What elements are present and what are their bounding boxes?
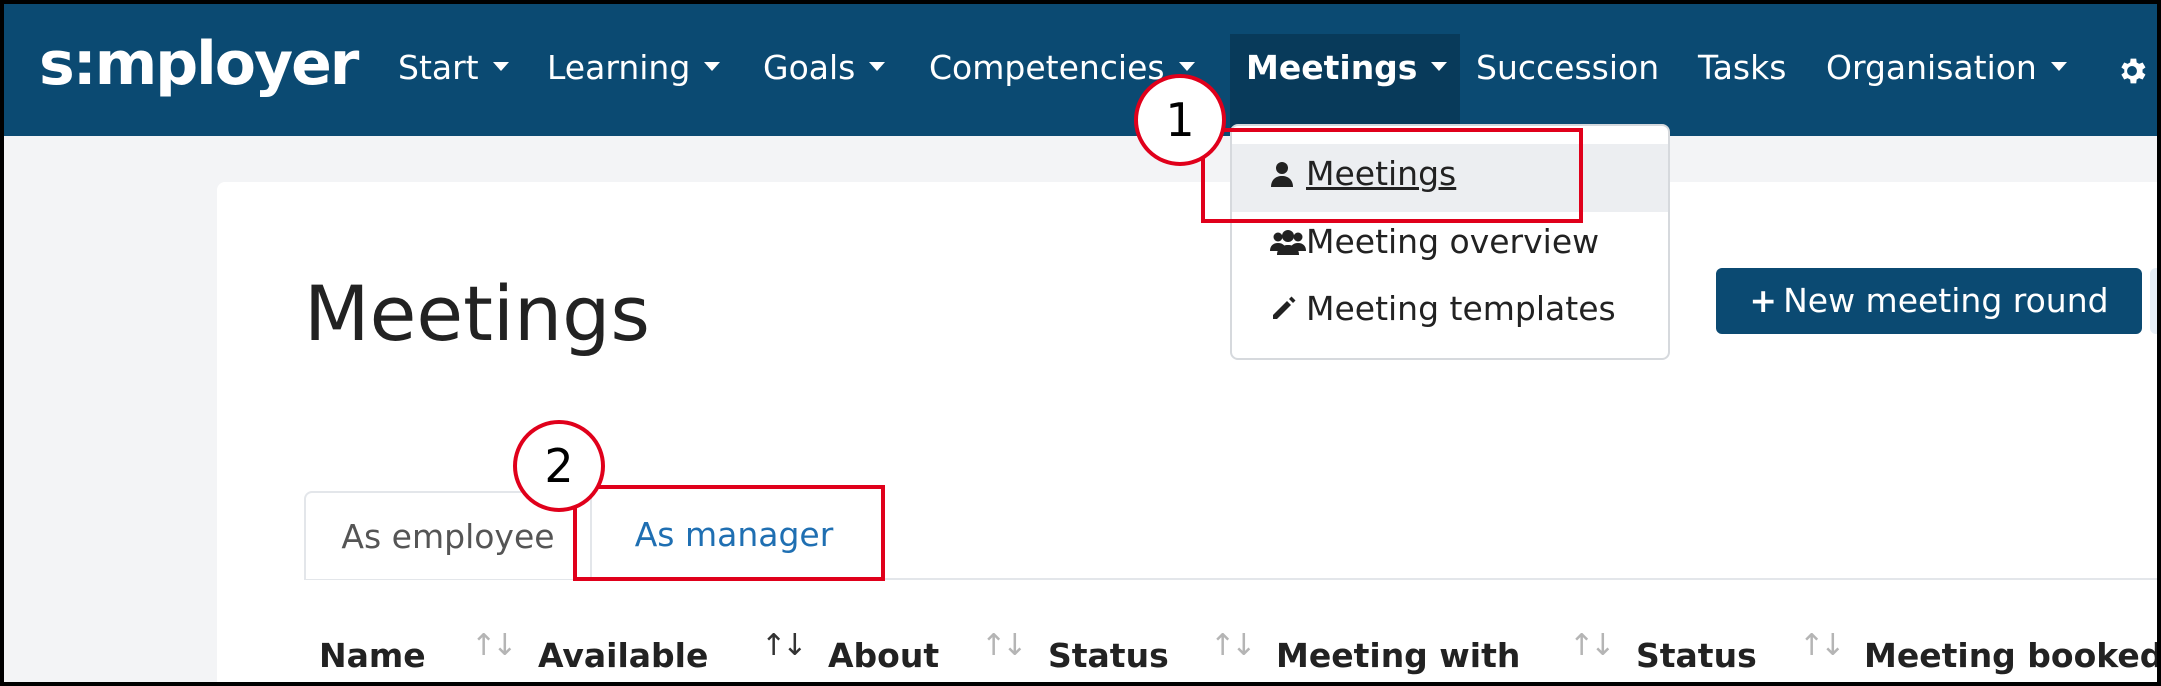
nav-item-goals[interactable]: Goals — [763, 46, 886, 90]
column-header-meeting-booked[interactable]: Meeting booked — [1864, 636, 2157, 676]
pencil-icon — [1270, 286, 1306, 336]
users-icon — [1270, 219, 1306, 269]
column-header-name[interactable]: Name — [319, 636, 426, 676]
button-label: New meeting round — [1783, 281, 2109, 320]
nav-item-label: Competencies — [929, 48, 1165, 87]
page-title: Meetings — [304, 269, 651, 358]
chevron-down-icon — [2050, 62, 2067, 71]
callout-box-2 — [573, 485, 885, 581]
chevron-down-icon — [492, 62, 509, 71]
nav-item-succession[interactable]: Succession — [1476, 46, 1659, 90]
nav-item-label: Organisation — [1826, 48, 2037, 87]
sort-icon[interactable]: ↑↓ — [761, 628, 807, 664]
nav-item-learning[interactable]: Learning — [547, 46, 721, 90]
brand-logo[interactable]: s:mployer — [39, 34, 359, 94]
nav-item-label: Start — [398, 48, 479, 87]
nav-item-start[interactable]: Start — [398, 46, 509, 90]
nav-item-meetings[interactable]: Meetings — [1246, 46, 1448, 90]
gear-icon[interactable] — [2115, 54, 2149, 88]
nav-item-organisation[interactable]: Organisation — [1826, 46, 2067, 90]
dropdown-item-label: Meeting overview — [1306, 222, 1600, 261]
dropdown-item-meeting-overview[interactable]: Meeting overview — [1270, 217, 1599, 267]
nav-item-label: Succession — [1476, 48, 1660, 87]
sort-icon[interactable]: ↑↓ — [981, 628, 1027, 664]
chevron-down-icon — [704, 62, 721, 71]
chevron-down-icon — [1431, 62, 1448, 71]
chevron-down-icon — [869, 62, 886, 71]
nav-item-label: Learning — [547, 48, 691, 87]
sort-icon[interactable]: ↑↓ — [1210, 628, 1256, 664]
sort-icon[interactable]: ↑↓ — [471, 628, 517, 664]
screenshot-frame: s:mployer Start Learning Goals Competenc… — [0, 0, 2161, 686]
nav-item-label: Goals — [763, 48, 856, 87]
callout-badge-1: 1 — [1134, 74, 1226, 166]
main-card — [217, 182, 2157, 682]
sort-icon[interactable]: ↑↓ — [1569, 628, 1615, 664]
secondary-button-edge[interactable] — [2150, 268, 2157, 334]
column-header-available[interactable]: Available — [538, 636, 708, 676]
plus-icon: + — [1749, 281, 1778, 320]
dropdown-item-label: Meeting templates — [1306, 289, 1616, 328]
chevron-down-icon — [1178, 62, 1195, 71]
nav-item-tasks[interactable]: Tasks — [1698, 46, 1786, 90]
column-header-about[interactable]: About — [828, 636, 939, 676]
column-header-meeting-with[interactable]: Meeting with — [1276, 636, 1520, 676]
callout-badge-2: 2 — [513, 420, 605, 512]
nav-item-label: Meetings — [1246, 48, 1418, 87]
new-meeting-round-button[interactable]: + New meeting round — [1716, 268, 2142, 334]
sort-icon[interactable]: ↑↓ — [1799, 628, 1845, 664]
column-header-status-2[interactable]: Status — [1636, 636, 1757, 676]
top-navbar: s:mployer Start Learning Goals Competenc… — [4, 4, 2157, 136]
dropdown-item-meeting-templates[interactable]: Meeting templates — [1270, 284, 1616, 334]
callout-box-1 — [1201, 128, 1583, 223]
column-header-status[interactable]: Status — [1048, 636, 1169, 676]
nav-item-label: Tasks — [1698, 48, 1787, 87]
